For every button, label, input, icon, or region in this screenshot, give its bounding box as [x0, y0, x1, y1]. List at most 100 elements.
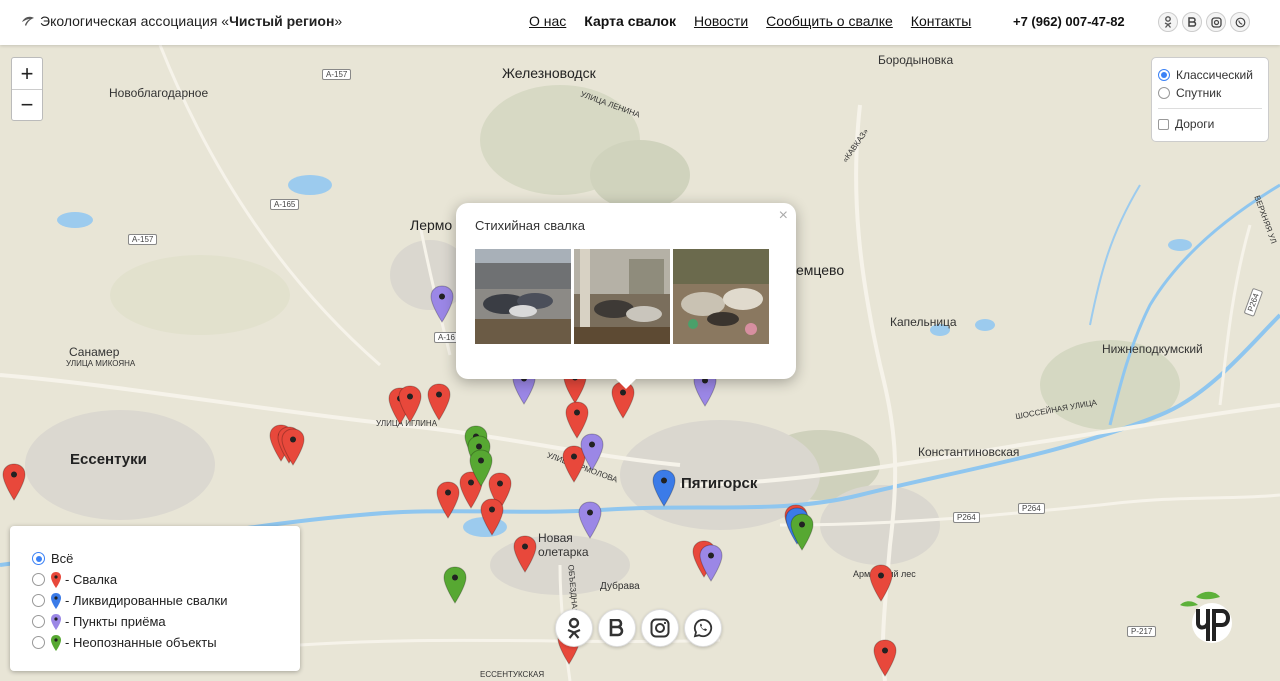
zoom-out-button[interactable]: − [12, 89, 42, 120]
place-nizhnepodkumsky: Нижнеподкумский [1102, 342, 1203, 356]
nav-report-dump[interactable]: Сообщить о свалке [766, 13, 893, 29]
layer-classic[interactable]: Классический [1158, 66, 1262, 84]
legend-item-unknown[interactable]: - Неопознанные объекты [32, 632, 278, 653]
unknown-marker[interactable] [443, 566, 467, 604]
dump-marker[interactable] [398, 385, 422, 423]
layer-roads-label: Дороги [1175, 117, 1215, 131]
checkbox-roads[interactable] [1158, 118, 1169, 130]
legend-all-label: Всё [51, 551, 74, 566]
marker-legend: Всё - Свалка - Ликвидированные свалки - … [10, 526, 300, 671]
dump-marker[interactable] [513, 535, 537, 573]
reception-marker[interactable] [578, 501, 602, 539]
place-pyatigorsk: Пятигорск [681, 475, 758, 492]
road-shield: Р264 [1018, 503, 1045, 514]
dump-photo[interactable] [475, 249, 571, 344]
cleared-marker[interactable] [652, 469, 676, 507]
vk-icon[interactable] [1182, 12, 1202, 32]
legend-radio-reception[interactable] [32, 615, 45, 628]
whatsapp-icon[interactable] [1230, 12, 1250, 32]
place-dubrava: Дубрава [600, 581, 640, 592]
legend-dump-label: - Свалка [65, 572, 118, 587]
zoom-in-button[interactable]: + [12, 58, 42, 89]
place-sanamer: Санамер [69, 345, 120, 359]
popup-title: Стихийная свалка [475, 218, 585, 233]
dump-marker[interactable] [873, 639, 897, 677]
unknown-marker[interactable] [469, 449, 493, 487]
layer-switcher: Классический Спутник Дороги [1151, 57, 1269, 142]
main-nav: О нас Карта свалок Новости Сообщить о св… [529, 13, 989, 29]
legend-cleared-label: - Ликвидированные свалки [65, 593, 228, 608]
instagram-icon[interactable] [1206, 12, 1226, 32]
site-header: Экологическая ассоциация «Чистый регион»… [0, 0, 1280, 45]
red-pin-icon [51, 571, 61, 588]
instagram-icon[interactable] [641, 609, 679, 647]
chisty-region-logo-icon [1180, 591, 1232, 643]
marker-popup: Стихийная свалка × [456, 203, 796, 389]
popup-close-button[interactable]: × [779, 207, 788, 225]
nav-about[interactable]: О нас [529, 13, 566, 29]
brand[interactable]: Экологическая ассоциация «Чистый регион» [20, 13, 342, 29]
dump-photo[interactable] [673, 249, 769, 344]
zoom-control: + − [11, 57, 43, 121]
reception-marker[interactable] [580, 433, 604, 471]
dump-marker[interactable] [2, 463, 26, 501]
place-konstantinovskaya: Константиновская [918, 445, 1020, 459]
layer-roads[interactable]: Дороги [1158, 115, 1262, 133]
road-shield: А-157 [322, 69, 352, 80]
place-inozemtsevo: емцево [796, 262, 845, 278]
vk-icon[interactable] [598, 609, 636, 647]
road-shield: А-165 [270, 199, 300, 210]
dump-photo[interactable] [574, 249, 670, 344]
layer-classic-label: Классический [1176, 68, 1253, 82]
place-novoblagodarnoe: Новоблагодарное [109, 86, 209, 100]
layer-satellite[interactable]: Спутник [1158, 84, 1262, 102]
whatsapp-icon[interactable] [684, 609, 722, 647]
layer-divider [1158, 108, 1262, 109]
phone-number[interactable]: +7 (962) 007-47-82 [1013, 14, 1125, 29]
legend-radio-cleared[interactable] [32, 594, 45, 607]
brand-prefix: Экологическая ассоциация « [40, 13, 230, 29]
reception-marker[interactable] [430, 285, 454, 323]
brand-name: Чистый регион [229, 13, 335, 29]
legend-item-reception[interactable]: - Пункты приёма [32, 611, 278, 632]
place-kapelnitsa: Капельница [890, 315, 957, 329]
nav-news[interactable]: Новости [694, 13, 748, 29]
bottom-social-links [555, 609, 727, 647]
legend-radio-all[interactable] [32, 552, 45, 565]
street-essentukskaya: ЕССЕНТУКСКАЯ [480, 670, 545, 679]
green-pin-icon [51, 634, 61, 651]
place-borodynovka: Бородыновка [878, 53, 954, 67]
legend-all[interactable]: Всё [32, 548, 278, 569]
popup-photos [475, 249, 772, 344]
dump-marker[interactable] [869, 564, 893, 602]
brand-suffix: » [334, 13, 343, 29]
dump-marker[interactable] [281, 428, 305, 466]
leaf-logo-icon [22, 16, 34, 26]
dump-marker[interactable] [480, 498, 504, 536]
header-social-links [1158, 12, 1254, 32]
dump-map[interactable]: Железноводск Бородыновка Новоблагодарное… [0, 45, 1280, 681]
legend-radio-dump[interactable] [32, 573, 45, 586]
place-zheleznovodsk: Железноводск [502, 65, 596, 81]
dump-marker[interactable] [427, 383, 451, 421]
purple-pin-icon [51, 613, 61, 630]
radio-satellite[interactable] [1158, 87, 1170, 99]
nav-contacts[interactable]: Контакты [911, 13, 971, 29]
dump-marker[interactable] [436, 481, 460, 519]
blue-pin-icon [51, 592, 61, 609]
place-lermontov: Лермо [410, 217, 453, 233]
reception-marker[interactable] [699, 544, 723, 582]
radio-classic[interactable] [1158, 69, 1170, 81]
legend-item-dump[interactable]: - Свалка [32, 569, 278, 590]
legend-radio-unknown[interactable] [32, 636, 45, 649]
nav-dump-map[interactable]: Карта свалок [584, 13, 676, 29]
legend-unknown-label: - Неопознанные объекты [65, 635, 217, 650]
odnoklassniki-icon[interactable] [555, 609, 593, 647]
odnoklassniki-icon[interactable] [1158, 12, 1178, 32]
legend-reception-label: - Пункты приёма [65, 614, 166, 629]
unknown-marker[interactable] [790, 513, 814, 551]
road-shield: Р-217 [1127, 626, 1157, 637]
road-shield: А-157 [128, 234, 158, 245]
place-yessentuki: Ессентуки [70, 451, 147, 468]
legend-item-cleared[interactable]: - Ликвидированные свалки [32, 590, 278, 611]
